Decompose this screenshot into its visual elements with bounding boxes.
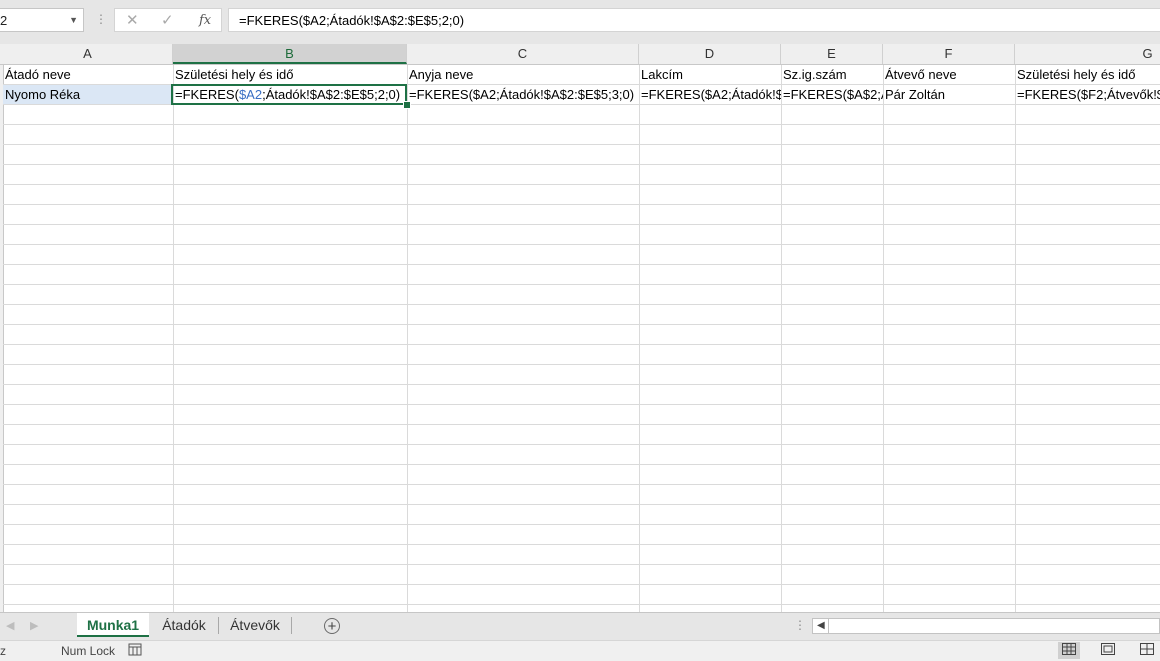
row-gridline	[3, 184, 1160, 185]
enter-icon[interactable]: ✓	[161, 11, 174, 29]
scroll-left-icon[interactable]: ◀	[6, 619, 14, 632]
row-gridline	[3, 524, 1160, 525]
row-gridline	[3, 484, 1160, 485]
spreadsheet-grid: A B C D E F G Átadó neve Születési hely …	[0, 44, 1160, 612]
fill-handle[interactable]	[403, 101, 411, 109]
column-header-d[interactable]: D	[639, 44, 781, 64]
column-header-g[interactable]: G	[1015, 44, 1160, 64]
cell-f2[interactable]: Pár Zoltán	[883, 85, 1015, 104]
name-box[interactable]: 2 ▼	[0, 8, 84, 32]
tab-separator	[218, 617, 219, 634]
column-header-e[interactable]: E	[781, 44, 883, 64]
sheet-tab-bar: ◀ ▶ Munka1 Átadók Átvevők + ⋮ ◀	[0, 612, 1160, 641]
formula-bar: 2 ▼ ⋮ ✕ ✓ fx =FKERES($A2;Átadók!$A$2:$E$…	[0, 0, 1160, 44]
row-gridline	[3, 304, 1160, 305]
column-gridline	[883, 65, 884, 612]
name-box-value[interactable]: 2	[0, 13, 7, 28]
row-gridline	[3, 464, 1160, 465]
column-header-a[interactable]: A	[3, 44, 173, 64]
row-gridline	[3, 164, 1160, 165]
row-gridline	[3, 364, 1160, 365]
cell-e1[interactable]: Sz.ig.szám	[781, 65, 883, 84]
column-headers: A B C D E F G	[0, 44, 1160, 65]
column-gridline	[639, 65, 640, 612]
tab-atvevok[interactable]: Átvevők	[222, 613, 288, 637]
row-gridline	[3, 124, 1160, 125]
row-gridline	[3, 324, 1160, 325]
row-headers[interactable]	[0, 65, 4, 612]
formula-buttons: ✕ ✓ fx	[114, 8, 222, 32]
row-gridline	[3, 564, 1160, 565]
active-cell-border	[171, 84, 407, 105]
normal-view-icon[interactable]	[1058, 642, 1080, 659]
num-lock-indicator: Num Lock	[61, 644, 116, 658]
column-gridline	[781, 65, 782, 612]
cancel-icon[interactable]: ✕	[126, 11, 139, 29]
cell-g2[interactable]: =FKERES($F2;Átvevők!$	[1015, 85, 1160, 104]
page-layout-icon[interactable]	[1097, 642, 1119, 659]
cell-c2[interactable]: =FKERES($A2;Átadók!$A$2:$E$5;3;0)	[407, 85, 639, 104]
scrollbar-thumb[interactable]	[828, 619, 1159, 633]
formula-text[interactable]: =FKERES($A2;Átadók!$A$2:$E$5;2;0)	[239, 13, 464, 28]
scroll-right-icon[interactable]: ▶	[30, 619, 38, 632]
row-gridline	[3, 384, 1160, 385]
row-gridline	[3, 344, 1160, 345]
cell-a1[interactable]: Átadó neve	[3, 65, 173, 84]
row-gridline	[3, 244, 1160, 245]
column-header-c[interactable]: C	[407, 44, 639, 64]
row-gridline	[3, 504, 1160, 505]
row-gridline	[3, 604, 1160, 605]
tab-munka1[interactable]: Munka1	[77, 613, 149, 637]
more-options-icon[interactable]: ⋮	[794, 618, 806, 632]
row-gridline	[3, 544, 1160, 545]
row-gridline	[3, 444, 1160, 445]
row-gridline	[3, 144, 1160, 145]
add-sheet-icon[interactable]: +	[324, 618, 340, 634]
horizontal-scrollbar[interactable]: ◀	[812, 618, 1160, 634]
row-gridline	[3, 264, 1160, 265]
status-bar: z Num Lock	[0, 640, 1160, 661]
more-options-icon[interactable]: ⋮	[95, 12, 107, 26]
scroll-left-arrow-icon[interactable]: ◀	[817, 620, 825, 631]
page-break-icon[interactable]	[1136, 642, 1158, 659]
macro-record-icon[interactable]	[128, 643, 142, 659]
row-gridline	[3, 204, 1160, 205]
column-gridline	[407, 65, 408, 612]
cell-d2[interactable]: =FKERES($A2;Átadók!$	[639, 85, 781, 104]
cell-b1[interactable]: Születési hely és idő	[173, 65, 407, 84]
column-header-b[interactable]: B	[173, 44, 407, 64]
row-gridline	[3, 224, 1160, 225]
row-gridline	[3, 404, 1160, 405]
row-gridline	[3, 584, 1160, 585]
column-gridline	[1015, 65, 1016, 612]
row-gridline	[3, 284, 1160, 285]
cell-c1[interactable]: Anyja neve	[407, 65, 639, 84]
cell-a2[interactable]: Nyomo Réka	[3, 85, 173, 104]
cell-g1[interactable]: Születési hely és idő	[1015, 65, 1160, 84]
formula-input[interactable]: =FKERES($A2;Átadók!$A$2:$E$5;2;0)	[228, 8, 1160, 32]
column-gridline	[173, 65, 174, 612]
chevron-down-icon[interactable]: ▼	[69, 15, 78, 25]
cell-d1[interactable]: Lakcím	[639, 65, 781, 84]
cell-f1[interactable]: Átvevő neve	[883, 65, 1015, 84]
cell-e2[interactable]: =FKERES($A$2;Á	[781, 85, 883, 104]
tab-atadok[interactable]: Átadók	[152, 613, 216, 637]
column-header-f[interactable]: F	[883, 44, 1015, 64]
function-icon[interactable]: fx	[199, 13, 211, 28]
tab-separator	[291, 617, 292, 634]
status-mode: z	[0, 644, 6, 658]
row-gridline	[3, 424, 1160, 425]
